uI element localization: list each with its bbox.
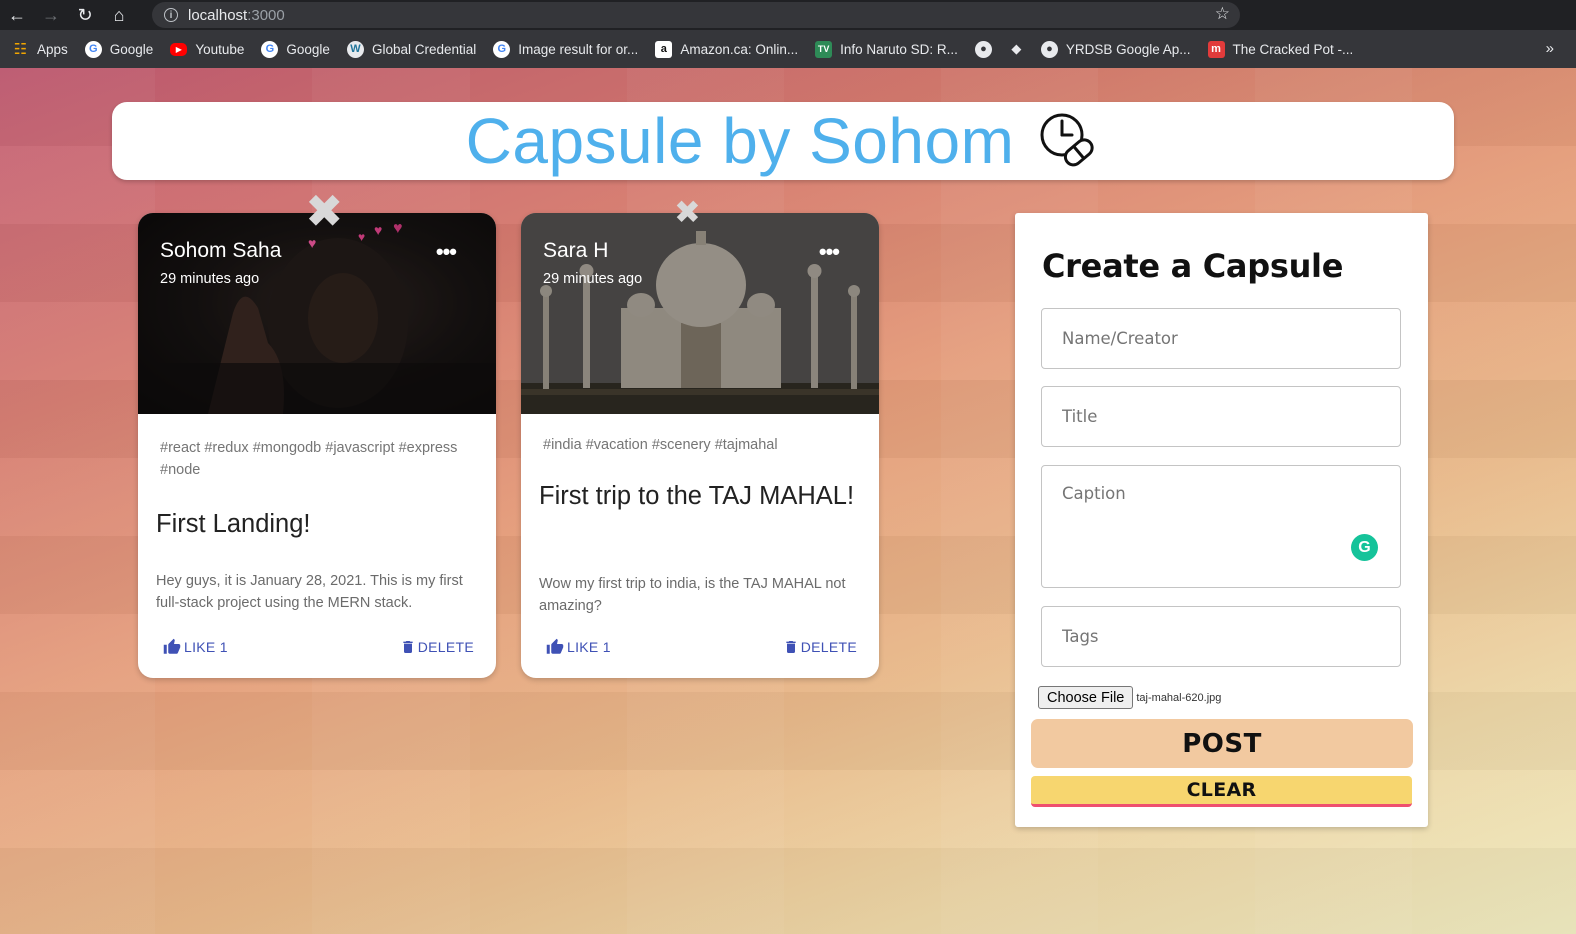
bookmark-item[interactable]: TV Info Naruto SD: R... <box>815 40 958 58</box>
post-time: 29 minutes ago <box>543 271 643 287</box>
m-icon: m <box>1207 40 1225 58</box>
wordpress-icon: W <box>346 40 364 58</box>
amazon-icon: a <box>655 40 673 58</box>
apps-grid-icon: ☷ <box>13 41 28 58</box>
svg-text:♥: ♥ <box>393 220 403 237</box>
bookmarks-overflow-icon[interactable]: » <box>1546 40 1554 57</box>
clear-button[interactable]: CLEAR <box>1031 776 1412 807</box>
post-creator: Sohom Saha <box>160 239 282 262</box>
bookmarks-bar: ☷ Apps G Google ▶ Youtube G Google W Global Crede… <box>0 30 1576 68</box>
delete-button[interactable]: DELETE <box>400 638 474 656</box>
post-actions: LIKE 1 DELETE <box>521 638 879 660</box>
delete-label: DELETE <box>417 639 474 655</box>
bookmark-item[interactable]: ▶ Youtube <box>170 42 244 57</box>
post-time: 29 minutes ago <box>160 271 260 287</box>
trash-icon <box>786 641 796 653</box>
post-title: First trip to the TAJ MAHAL! <box>539 482 855 510</box>
bookmark-label: YRDSB Google Ap... <box>1065 41 1191 57</box>
file-picker: Choose File taj-mahal-620.jpg <box>1038 686 1221 709</box>
post-button[interactable]: POST <box>1031 719 1413 768</box>
bookmark-label: Youtube <box>195 41 245 57</box>
caption-input[interactable] <box>1041 465 1401 588</box>
tags-input[interactable] <box>1041 606 1401 667</box>
thumb-up-icon <box>163 638 181 654</box>
choose-file-button[interactable]: Choose File <box>1038 686 1134 709</box>
close-icon[interactable]: ✖ <box>674 196 701 228</box>
create-capsule-form: Create a Capsule G Choose File taj-mahal… <box>1015 213 1428 827</box>
bookmark-item[interactable]: m The Cracked Pot -... <box>1207 40 1354 58</box>
bookmark-label: The Cracked Pot -... <box>1232 41 1354 57</box>
bookmark-label: Amazon.ca: Onlin... <box>680 41 799 57</box>
post-message: Hey guys, it is January 28, 2021. This i… <box>156 573 463 611</box>
svg-text:♥: ♥ <box>358 230 365 244</box>
grammarly-icon[interactable]: G <box>1351 534 1378 561</box>
more-options-icon[interactable]: ••• <box>819 239 840 265</box>
like-label: LIKE 1 <box>567 639 611 655</box>
google-icon: G <box>261 40 279 58</box>
tv-icon: TV <box>815 40 833 58</box>
app-header: Capsule by Sohom <box>112 102 1454 180</box>
bookmark-label: Google <box>109 41 154 57</box>
bookmark-item[interactable]: a Amazon.ca: Onlin... <box>655 40 799 58</box>
bookmark-item[interactable]: G Image result for or... <box>493 40 639 58</box>
bookmark-item[interactable]: W Global Credential <box>346 40 477 58</box>
page-background: Capsule by Sohom Sohom Saha 29 minutes a… <box>0 68 1576 934</box>
bookmark-item[interactable]: ● <box>974 40 1000 58</box>
diamond-icon: ◆ <box>1011 41 1022 56</box>
bookmark-label: Google <box>286 41 330 57</box>
bookmark-item[interactable]: G Google <box>261 40 330 58</box>
more-options-icon[interactable]: ••• <box>436 239 457 265</box>
browser-toolbar: ← → ↻ ⌂ i localhost:3000 ☆ G UD ABP ▫ tC… <box>0 0 1576 117</box>
bookmark-item[interactable]: G Google <box>84 40 154 58</box>
google-icon: G <box>84 40 102 58</box>
form-heading: Create a Capsule <box>1042 247 1344 285</box>
svg-text:♥: ♥ <box>308 235 316 251</box>
post-card: Sohom Saha 29 minutes ago ••• ♥ ♥ ♥ ♥ #r… <box>138 213 496 678</box>
capsule-clock-logo-icon <box>1040 113 1095 167</box>
post-message: Wow my first trip to india, is the TAJ M… <box>539 576 846 614</box>
app-title: Capsule by Sohom <box>465 105 1015 177</box>
reload-icon[interactable]: ↻ <box>68 0 102 30</box>
bookmark-item[interactable]: ◆ <box>1008 41 1033 58</box>
post-creator: Sara H <box>543 239 609 262</box>
close-icon[interactable]: ✖ <box>305 188 344 234</box>
post-tags: #india #vacation #scenery #tajmahal <box>543 437 778 453</box>
google-icon: G <box>493 40 511 58</box>
creator-input[interactable] <box>1041 308 1401 369</box>
home-icon[interactable]: ⌂ <box>102 0 136 30</box>
thumb-up-icon <box>546 638 564 654</box>
post-title: First Landing! <box>156 510 311 538</box>
post-actions: LIKE 1 DELETE <box>138 638 496 660</box>
post-image: Sara H 29 minutes ago ••• <box>521 213 879 414</box>
bookmark-label: Info Naruto SD: R... <box>840 41 958 57</box>
bookmark-item[interactable]: ● YRDSB Google Ap... <box>1040 40 1191 58</box>
forward-arrow-icon[interactable]: → <box>34 0 68 30</box>
post-image: Sohom Saha 29 minutes ago ••• ♥ ♥ ♥ ♥ <box>138 213 496 414</box>
like-button[interactable]: LIKE 1 <box>162 638 228 656</box>
back-arrow-icon[interactable]: ← <box>0 0 34 30</box>
bookmark-label: Apps <box>37 41 68 57</box>
bookmark-item[interactable]: ☷ Apps <box>12 41 68 58</box>
globe-icon: ● <box>974 40 992 58</box>
bookmark-label: Global Credential <box>371 41 477 57</box>
selected-file-name: taj-mahal-620.jpg <box>1136 691 1222 704</box>
youtube-icon: ▶ <box>170 42 188 56</box>
like-button[interactable]: LIKE 1 <box>545 638 611 656</box>
delete-label: DELETE <box>800 639 857 655</box>
bookmark-star-icon[interactable]: ☆ <box>1215 4 1230 24</box>
site-info-icon[interactable]: i <box>164 8 178 22</box>
address-bar[interactable]: i localhost:3000 ☆ <box>152 2 1240 28</box>
url-port: :3000 <box>247 6 285 24</box>
globe-icon: ● <box>1040 40 1058 58</box>
trash-icon <box>403 641 413 653</box>
bookmark-label: Image result for or... <box>518 41 639 57</box>
url-host: localhost <box>188 6 248 24</box>
svg-text:♥: ♥ <box>374 222 382 238</box>
post-tags: #react #redux #mongodb #javascript #expr… <box>160 440 458 478</box>
title-input[interactable] <box>1041 386 1401 447</box>
like-label: LIKE 1 <box>184 639 228 655</box>
delete-button[interactable]: DELETE <box>783 638 857 656</box>
post-card: Sara H 29 minutes ago ••• #india #vacati… <box>521 213 879 678</box>
